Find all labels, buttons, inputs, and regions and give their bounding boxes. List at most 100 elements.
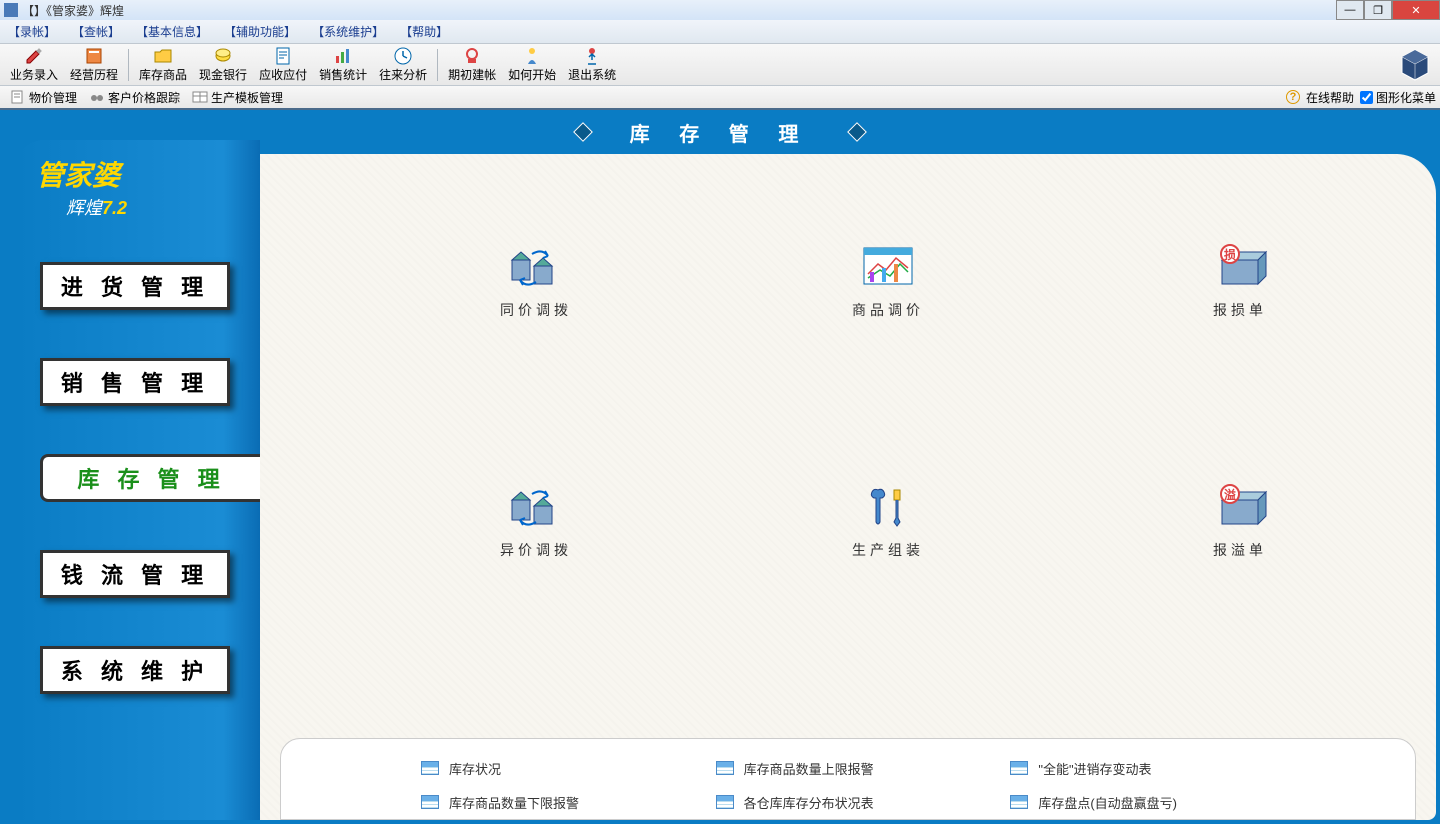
svg-text:损: 损 — [1224, 247, 1236, 262]
link-warehouse-distribution[interactable]: 各仓库库存分布状况表 — [716, 789, 981, 815]
sidebar-item-label: 库 存 管 理 — [77, 462, 225, 494]
table-icon — [421, 761, 439, 775]
logo-cube-icon — [1398, 48, 1432, 82]
tb-business-entry[interactable]: 业务录入 — [4, 44, 64, 85]
person-help-icon — [522, 46, 542, 66]
menu-record[interactable]: 【录帐】 — [8, 23, 56, 40]
tb-exit[interactable]: 退出系统 — [562, 44, 622, 85]
tb-label: 如何开始 — [508, 66, 556, 83]
sidebar-item-label: 钱 流 管 理 — [61, 558, 209, 590]
tb-sales-stats[interactable]: 销售统计 — [313, 44, 373, 85]
pencil-icon — [24, 46, 44, 66]
table-icon — [1010, 761, 1028, 775]
separator — [128, 49, 129, 81]
brand-main: 管家婆 — [36, 154, 127, 194]
link-label: 库存商品数量下限报警 — [449, 793, 579, 812]
diamond-icon — [847, 122, 867, 142]
secondary-toolbar: 物价管理 客户价格跟踪 生产模板管理 ? 在线帮助 图形化菜单 — [0, 86, 1440, 110]
tb-how-to-start[interactable]: 如何开始 — [502, 44, 562, 85]
grid-item-loss-report[interactable]: 损 报损单 — [1212, 244, 1268, 394]
sidebar-item-cashflow[interactable]: 钱 流 管 理 — [40, 550, 230, 598]
menu-basic-info[interactable]: 【基本信息】 — [136, 23, 208, 40]
sidebar-item-sales[interactable]: 销 售 管 理 — [40, 358, 230, 406]
sidebar: 管家婆 辉煌7.2 进 货 管 理 销 售 管 理 库 存 管 理 钱 流 管 … — [16, 140, 260, 820]
graphic-menu-checkbox-wrap[interactable]: 图形化菜单 — [1360, 89, 1436, 106]
link-lower-limit-alarm[interactable]: 库存商品数量下限报警 — [421, 789, 686, 815]
tb-transaction-analysis[interactable]: 往来分析 — [373, 44, 433, 85]
table-icon — [716, 795, 734, 809]
link-inventory-check[interactable]: 库存盘点(自动盘赢盘亏) — [1010, 789, 1275, 815]
doc-small-icon — [10, 90, 26, 104]
grid-item-overflow-report[interactable]: 溢 报溢单 — [1212, 484, 1268, 634]
grid-item-production-assembly[interactable]: 生产组装 — [852, 484, 924, 634]
tb-receivable[interactable]: 应收应付 — [253, 44, 313, 85]
help-icon: ? — [1286, 90, 1300, 104]
tb-label: 退出系统 — [568, 66, 616, 83]
sidebar-item-inventory[interactable]: 库 存 管 理 — [40, 454, 260, 502]
graphic-menu-checkbox[interactable] — [1360, 91, 1373, 104]
diamond-icon — [573, 122, 593, 142]
table-icon — [421, 795, 439, 809]
graphic-menu-label: 图形化菜单 — [1376, 89, 1436, 106]
warehouse-swap-icon — [508, 484, 564, 528]
book-icon — [84, 46, 104, 66]
tb2-label: 客户价格跟踪 — [108, 89, 180, 106]
tools-icon — [860, 484, 916, 528]
table-small-icon — [192, 90, 208, 104]
grid-item-price-adjust[interactable]: 商品调价 — [852, 244, 924, 394]
clock-icon — [393, 46, 413, 66]
content-panel: 同价调拨 商品调价 — [260, 154, 1436, 820]
separator — [437, 49, 438, 81]
tb-initial-setup[interactable]: 期初建帐 — [442, 44, 502, 85]
sidebar-item-purchase[interactable]: 进 货 管 理 — [40, 262, 230, 310]
main-area: 库 存 管 理 管家婆 辉煌7.2 进 货 管 理 销 售 管 理 库 存 管 … — [0, 110, 1440, 824]
grid-label: 生产组装 — [852, 540, 924, 560]
minimize-button[interactable]: — — [1336, 0, 1364, 20]
tb-label: 往来分析 — [379, 66, 427, 83]
brand-logo: 管家婆 辉煌7.2 — [36, 154, 127, 220]
table-icon — [1010, 795, 1028, 809]
tb-label: 经营历程 — [70, 66, 118, 83]
link-label: 库存盘点(自动盘赢盘亏) — [1038, 793, 1177, 812]
close-button[interactable]: ✕ — [1392, 0, 1440, 20]
menu-help[interactable]: 【帮助】 — [400, 23, 448, 40]
link-all-change-table[interactable]: "全能"进销存变动表 — [1010, 755, 1275, 781]
doc-icon — [273, 46, 293, 66]
tb-label: 现金银行 — [199, 66, 247, 83]
link-label: 各仓库库存分布状况表 — [744, 793, 874, 812]
maximize-button[interactable]: ❐ — [1364, 0, 1392, 20]
grid-item-diff-price-transfer[interactable]: 异价调拨 — [500, 484, 572, 634]
tb2-price-mgmt[interactable]: 物价管理 — [4, 89, 83, 106]
tb2-production-template[interactable]: 生产模板管理 — [186, 89, 289, 106]
menu-system[interactable]: 【系统维护】 — [312, 23, 384, 40]
grid-label: 同价调拨 — [500, 300, 572, 320]
sidebar-item-label: 销 售 管 理 — [61, 366, 209, 398]
tb2-customer-price-track[interactable]: 客户价格跟踪 — [83, 89, 186, 106]
grid-label: 报溢单 — [1213, 540, 1267, 560]
sidebar-item-system[interactable]: 系 统 维 护 — [40, 646, 230, 694]
menu-aux[interactable]: 【辅助功能】 — [224, 23, 296, 40]
link-upper-limit-alarm[interactable]: 库存商品数量上限报警 — [716, 755, 981, 781]
tb-label: 应收应付 — [259, 66, 307, 83]
grid-label: 商品调价 — [852, 300, 924, 320]
online-help-link[interactable]: 在线帮助 — [1306, 89, 1354, 106]
tb-history[interactable]: 经营历程 — [64, 44, 124, 85]
grid-label: 报损单 — [1213, 300, 1267, 320]
chart-adjust-icon — [860, 244, 916, 288]
main-toolbar: 业务录入 经营历程 库存商品 现金银行 应收应付 销售统计 往来分析 期初建帐 … — [0, 44, 1440, 86]
tb-inventory[interactable]: 库存商品 — [133, 44, 193, 85]
toolbar2-right: ? 在线帮助 图形化菜单 — [1286, 89, 1436, 106]
bottom-links-panel: 库存状况 库存商品数量上限报警 "全能"进销存变动表 库存商品数量下限报警 各仓… — [280, 738, 1416, 820]
tb-cash-bank[interactable]: 现金银行 — [193, 44, 253, 85]
grid-item-same-price-transfer[interactable]: 同价调拨 — [500, 244, 572, 394]
stamp-icon — [462, 46, 482, 66]
link-label: 库存商品数量上限报警 — [744, 759, 874, 778]
link-label: "全能"进销存变动表 — [1038, 759, 1151, 778]
brand-sub: 辉煌7.2 — [66, 194, 127, 220]
menu-query[interactable]: 【查帐】 — [72, 23, 120, 40]
folder-icon — [153, 46, 173, 66]
menu-bar: 【录帐】 【查帐】 【基本信息】 【辅助功能】 【系统维护】 【帮助】 — [0, 20, 1440, 44]
tb2-label: 生产模板管理 — [211, 89, 283, 106]
sidebar-item-label: 进 货 管 理 — [61, 270, 209, 302]
link-inventory-status[interactable]: 库存状况 — [421, 755, 686, 781]
